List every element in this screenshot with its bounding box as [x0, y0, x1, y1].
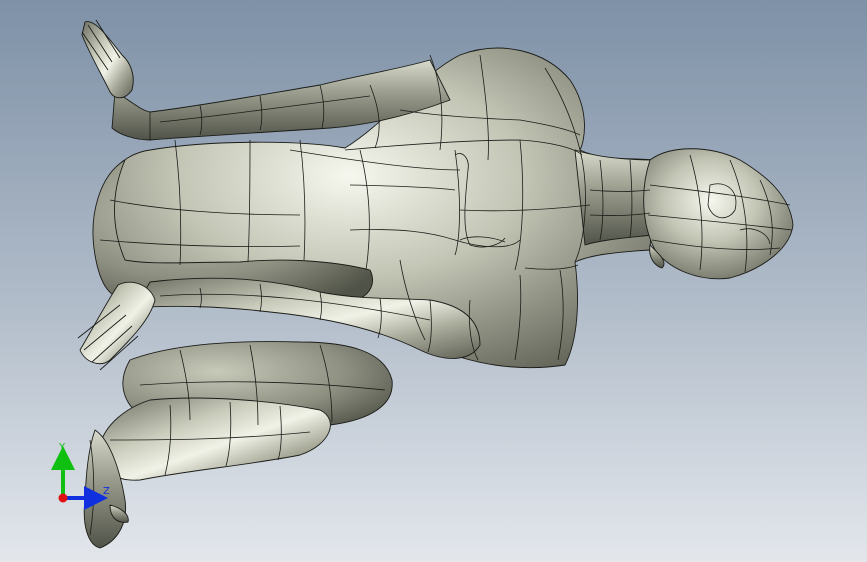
- shin-surface: [98, 397, 331, 481]
- neck-surface: [574, 149, 656, 246]
- raised-hand-surface: [81, 21, 134, 99]
- axis-triad: Y Z: [51, 442, 110, 510]
- x-axis-dot: [58, 493, 68, 503]
- z-axis-label: Z: [103, 486, 110, 497]
- lower-hand-surface: [79, 281, 156, 364]
- graphics-viewport[interactable]: Y Z: [0, 0, 867, 562]
- mannequin-3d-model[interactable]: [0, 0, 867, 562]
- y-axis-label: Y: [58, 442, 66, 453]
